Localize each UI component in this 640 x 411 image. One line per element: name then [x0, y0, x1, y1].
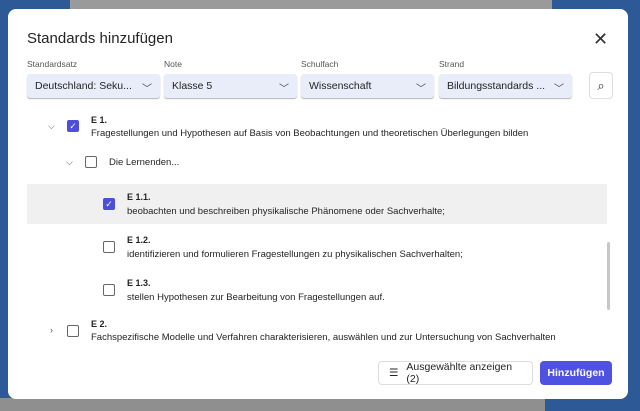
standard-code: E 1.3.	[127, 278, 151, 288]
standard-description: Die Lernenden...	[109, 157, 180, 168]
dialog-title: Standards hinzufügen	[27, 30, 173, 47]
search-icon: ⌕	[597, 78, 605, 93]
list-item[interactable]: ✓ E 1.1. beobachten und beschreiben phys…	[27, 184, 607, 224]
standard-description: identifizieren und formulieren Fragestel…	[127, 249, 463, 260]
checkbox[interactable]: ✓	[67, 120, 79, 132]
list-icon: ☰	[389, 367, 399, 379]
chevron-down-icon: ﹀	[554, 84, 564, 95]
standard-code: E 2.	[91, 319, 108, 329]
standard-description: Fachspezifische Modelle und Verfahren ch…	[91, 332, 556, 343]
add-button[interactable]: Hinzufügen	[540, 361, 612, 385]
list-item[interactable]: › E 2. Fachspezifische Modelle und Verfa…	[8, 316, 608, 352]
standards-list: ⌵ ✓ E 1. Fragestellungen und Hypothesen …	[8, 111, 628, 353]
add-standards-dialog: Standards hinzufügen ✕ Standardsatz Note…	[8, 9, 628, 399]
search-button[interactable]: ⌕	[589, 72, 613, 99]
standard-description: beobachten und beschreiben physikalische…	[127, 206, 445, 217]
standard-description: Fragestellungen und Hypothesen auf Basis…	[91, 128, 529, 139]
chevron-down-icon[interactable]: ⌵	[48, 121, 55, 132]
filter-label: Schulfach	[301, 59, 339, 69]
list-item[interactable]: ⌵ Die Lernenden...	[8, 151, 608, 175]
strand-select[interactable]: Bildungsstandards ... ﹀	[439, 74, 572, 98]
standard-code: E 1.1.	[127, 192, 151, 202]
filter-label: Note	[164, 59, 182, 69]
chevron-down-icon: ﹀	[279, 84, 289, 95]
standard-code: E 1.	[91, 115, 108, 125]
checkbox[interactable]	[67, 325, 79, 337]
checkbox[interactable]	[85, 156, 97, 168]
filter-label: Standardsatz	[27, 59, 78, 69]
list-item[interactable]: ⌵ ✓ E 1. Fragestellungen und Hypothesen …	[8, 111, 608, 147]
list-item[interactable]: E 1.3. stellen Hypothesen zur Bearbeitun…	[8, 274, 608, 314]
chevron-down-icon[interactable]: ⌵	[66, 157, 73, 168]
checkbox[interactable]	[103, 241, 115, 253]
standard-description: stellen Hypothesen zur Bearbeitung von F…	[127, 292, 385, 303]
show-selected-button[interactable]: ☰ Ausgewählte anzeigen (2)	[378, 361, 533, 385]
grade-select[interactable]: Klasse 5 ﹀	[164, 74, 297, 98]
button-label: Ausgewählte anzeigen (2)	[406, 361, 513, 385]
background-window	[0, 398, 545, 411]
select-value: Deutschland: Seku...	[35, 80, 132, 92]
close-icon[interactable]: ✕	[593, 29, 608, 50]
standard-set-select[interactable]: Deutschland: Seku... ﹀	[27, 74, 160, 98]
select-value: Bildungsstandards ...	[447, 80, 546, 92]
checkbox[interactable]: ✓	[103, 198, 115, 210]
list-item[interactable]: E 1.2. identifizieren und formulieren Fr…	[8, 231, 608, 271]
chevron-down-icon: ﹀	[416, 84, 426, 95]
select-value: Wissenschaft	[309, 80, 372, 92]
scrollbar[interactable]	[607, 242, 610, 310]
chevron-down-icon: ﹀	[142, 84, 152, 95]
filter-label: Strand	[439, 59, 465, 69]
standard-code: E 1.2.	[127, 235, 151, 245]
chevron-right-icon[interactable]: ›	[50, 325, 53, 335]
subject-select[interactable]: Wissenschaft ﹀	[301, 74, 434, 98]
select-value: Klasse 5	[172, 80, 213, 92]
checkbox[interactable]	[103, 284, 115, 296]
